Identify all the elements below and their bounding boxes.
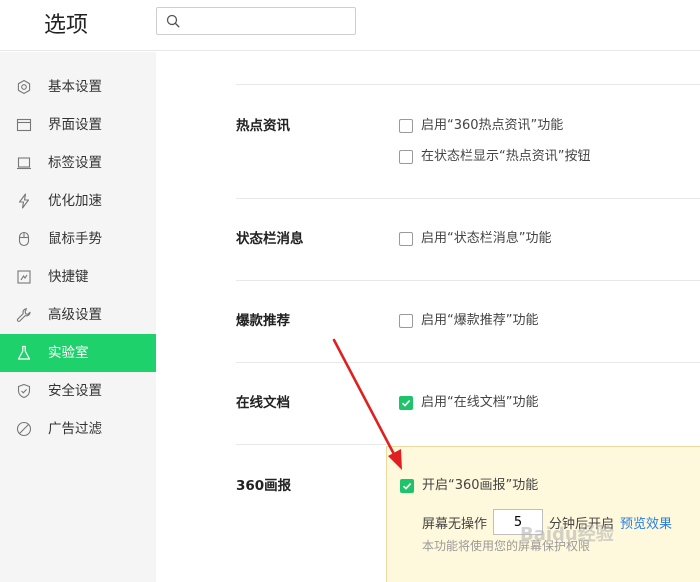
sidebar-item-label: 高级设置 <box>48 307 102 323</box>
main-content: 热点资讯 启用“360热点资讯”功能 在状态栏显示“热点资讯”按钮 状态栏消息 … <box>156 52 700 582</box>
hot-news-enable-option[interactable]: 启用“360热点资讯”功能 <box>399 117 563 135</box>
option-label: 启用“在线文档”功能 <box>421 395 539 410</box>
section-title-statusbar-msg: 状态栏消息 <box>236 231 304 247</box>
page-title: 选项 <box>44 13 89 38</box>
sidebar-item-label: 广告过滤 <box>48 421 102 437</box>
sidebar-item-label: 实验室 <box>48 345 89 361</box>
sidebar-item-shortcuts[interactable]: 快捷键 <box>0 258 156 296</box>
idle-prefix-label: 屏幕无操作 <box>422 516 488 532</box>
flask-icon <box>17 345 31 360</box>
search-box[interactable] <box>156 7 356 35</box>
sidebar-item-interface[interactable]: 界面设置 <box>0 106 156 144</box>
sidebar-item-label: 快捷键 <box>48 269 89 285</box>
hot-news-enable-checkbox[interactable] <box>399 119 413 133</box>
window-icon <box>16 118 32 132</box>
section-title-hot-recommend: 爆款推荐 <box>236 313 290 329</box>
hot-news-statusbar-option[interactable]: 在状态栏显示“热点资讯”按钮 <box>399 148 590 166</box>
checkmark-icon <box>402 483 412 490</box>
hot-recommend-checkbox[interactable] <box>399 314 413 328</box>
keyboard-icon <box>17 270 31 284</box>
lightning-icon <box>18 193 30 209</box>
option-label: 启用“状态栏消息”功能 <box>421 231 552 246</box>
shield-icon <box>17 383 31 399</box>
divider <box>236 280 700 281</box>
pictorial-enable-option[interactable]: 开启“360画报”功能 <box>400 477 538 495</box>
sidebar-item-label: 标签设置 <box>48 155 102 171</box>
hot-recommend-enable-option[interactable]: 启用“爆款推荐”功能 <box>399 312 538 330</box>
gear-icon <box>17 79 31 95</box>
sidebar-item-label: 基本设置 <box>48 79 102 95</box>
divider <box>236 444 386 445</box>
pictorial-panel: 开启“360画报”功能 屏幕无操作 分钟后开启 预览效果 本功能将使用您的屏幕保… <box>386 446 700 582</box>
search-icon <box>166 14 180 28</box>
wrench-icon <box>16 308 31 322</box>
option-label: 开启“360画报”功能 <box>422 478 539 493</box>
preview-link[interactable]: 预览效果 <box>620 513 672 532</box>
search-input[interactable] <box>187 10 351 32</box>
mouse-icon <box>18 231 30 247</box>
statusbar-msg-checkbox[interactable] <box>399 232 413 246</box>
section-title-online-docs: 在线文档 <box>236 395 290 411</box>
sidebar-item-lab[interactable]: 实验室 <box>0 334 156 372</box>
sidebar-item-tabs[interactable]: 标签设置 <box>0 144 156 182</box>
watermark: Baidu经验 <box>520 524 614 545</box>
option-label: 启用“360热点资讯”功能 <box>421 118 564 133</box>
sidebar-item-advanced[interactable]: 高级设置 <box>0 296 156 334</box>
sidebar-item-label: 安全设置 <box>48 383 102 399</box>
section-title-360-pictorial: 360画报 <box>236 478 292 494</box>
statusbar-msg-enable-option[interactable]: 启用“状态栏消息”功能 <box>399 230 551 248</box>
sidebar-item-label: 界面设置 <box>48 117 102 133</box>
option-label: 启用“爆款推荐”功能 <box>421 313 539 328</box>
pictorial-checkbox[interactable] <box>400 479 414 493</box>
online-docs-enable-option[interactable]: 启用“在线文档”功能 <box>399 394 538 412</box>
sidebar-item-mouse-gesture[interactable]: 鼠标手势 <box>0 220 156 258</box>
online-docs-checkbox[interactable] <box>399 396 413 410</box>
hot-news-statusbar-checkbox[interactable] <box>399 150 413 164</box>
sidebar-item-speed[interactable]: 优化加速 <box>0 182 156 220</box>
sidebar: 基本设置 界面设置 标签设置 优化加速 鼠标手势 快捷键 高级设置 实验室 安全… <box>0 52 156 582</box>
divider <box>236 362 700 363</box>
sidebar-item-label: 鼠标手势 <box>48 231 102 247</box>
sidebar-item-security[interactable]: 安全设置 <box>0 372 156 410</box>
divider <box>236 84 700 85</box>
sidebar-item-label: 优化加速 <box>48 193 102 209</box>
header: 选项 <box>0 0 700 51</box>
divider <box>236 198 700 199</box>
section-title-hot-news: 热点资讯 <box>236 118 290 134</box>
block-icon <box>16 421 32 437</box>
option-label: 在状态栏显示“热点资讯”按钮 <box>421 149 591 164</box>
tab-icon <box>17 157 31 170</box>
sidebar-item-basic[interactable]: 基本设置 <box>0 68 156 106</box>
checkmark-icon <box>401 400 411 407</box>
sidebar-item-adblock[interactable]: 广告过滤 <box>0 410 156 448</box>
